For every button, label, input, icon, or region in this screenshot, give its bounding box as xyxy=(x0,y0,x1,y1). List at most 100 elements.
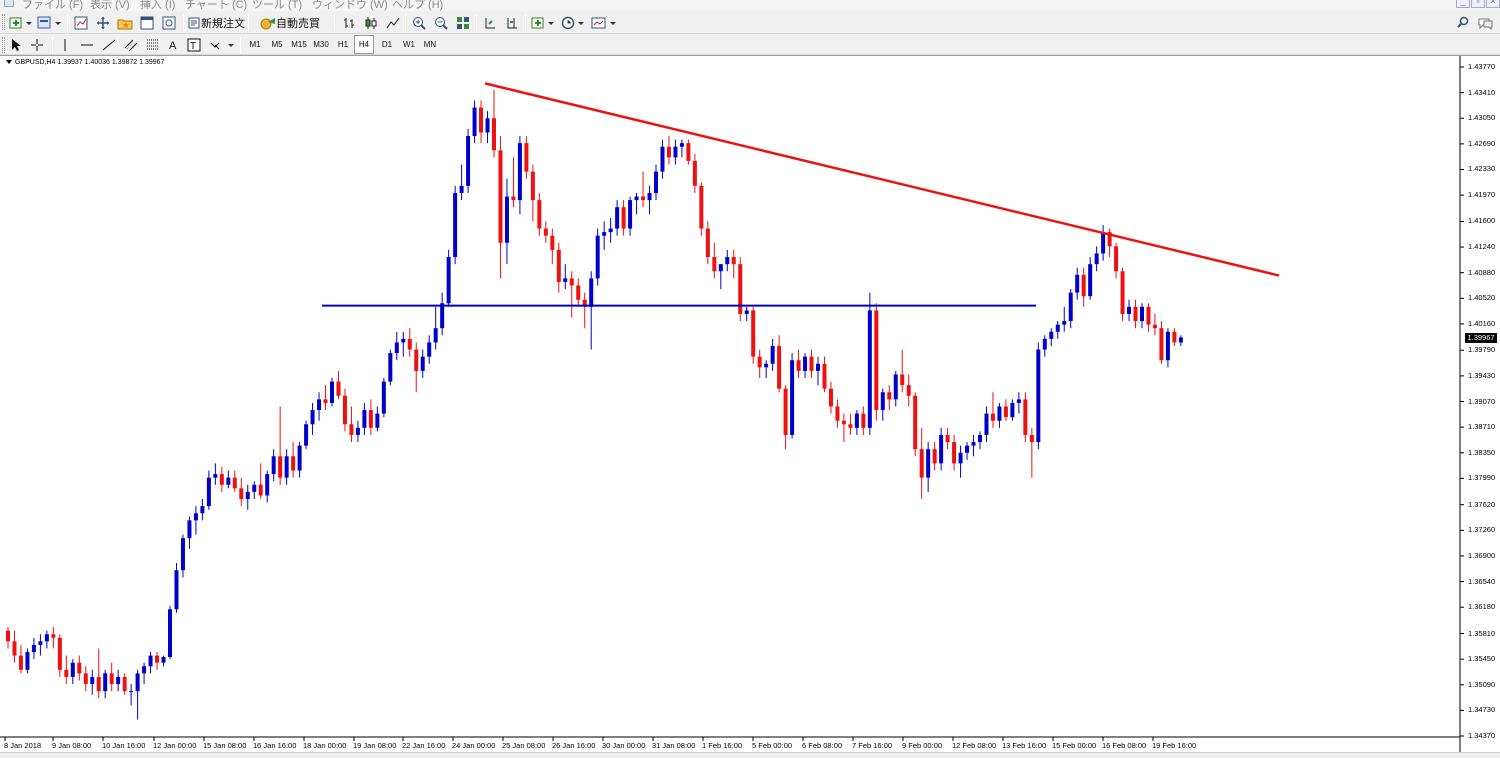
candle-body xyxy=(187,520,192,539)
price-tick-label: 1.37990 xyxy=(1468,473,1496,483)
candle-body xyxy=(200,506,205,514)
candle-body xyxy=(18,655,23,670)
candle-body xyxy=(997,406,1002,421)
price-tick-label: 1.34370 xyxy=(1468,731,1496,740)
time-tick-label: 16 Jan 16:00 xyxy=(253,741,297,750)
candle-body xyxy=(524,143,529,172)
candle-body xyxy=(602,232,607,236)
candle-body xyxy=(686,143,691,161)
time-tick-label: 7 Feb 16:00 xyxy=(852,741,893,750)
chart-tabs-bar xyxy=(0,752,1500,758)
candle-body xyxy=(381,381,386,414)
time-tick-label: 8 Jan 2018 xyxy=(4,741,42,750)
candle-body xyxy=(1094,253,1099,265)
candle-body xyxy=(31,644,36,653)
candle-body xyxy=(932,449,937,464)
candle-body xyxy=(265,474,270,496)
price-tick-label: 1.40160 xyxy=(1468,318,1496,328)
candle-body xyxy=(57,637,62,670)
time-tick-label: 30 Jan 00:00 xyxy=(602,741,646,750)
candle-body xyxy=(822,363,827,389)
candle-body xyxy=(751,310,756,357)
candle-body xyxy=(828,388,833,407)
candle-body xyxy=(835,406,840,421)
candle-body xyxy=(433,328,438,343)
price-tick-label: 1.36540 xyxy=(1468,576,1496,586)
candle-body xyxy=(1068,292,1073,322)
price-tick-label: 1.43050 xyxy=(1468,113,1496,123)
candle-body xyxy=(219,474,224,485)
candle-body xyxy=(705,228,710,258)
candle-body xyxy=(880,392,885,411)
candle-body xyxy=(239,488,244,500)
candle-body xyxy=(809,356,814,371)
candle-body xyxy=(64,669,69,677)
candle-body xyxy=(116,676,121,685)
candle-body xyxy=(537,200,542,229)
candle-body xyxy=(103,673,108,692)
candle-body xyxy=(12,641,17,656)
candle-body xyxy=(1088,264,1093,297)
candle-body xyxy=(1140,306,1144,322)
candle-body xyxy=(550,235,555,250)
time-tick-label: 16 Feb 08:00 xyxy=(1102,741,1147,750)
candle-body xyxy=(666,146,671,158)
candle-body xyxy=(913,395,918,450)
candle-body xyxy=(543,228,548,236)
candle-body xyxy=(1165,331,1170,361)
candle-body xyxy=(628,200,633,229)
price-tick-label: 1.43770 xyxy=(1468,62,1496,71)
price-tick-label: 1.41600 xyxy=(1468,216,1496,226)
candle-body xyxy=(841,420,846,425)
price-tick-label: 1.39430 xyxy=(1468,370,1496,380)
candle-body xyxy=(245,491,250,500)
candle-body xyxy=(349,424,354,435)
candle-body xyxy=(122,676,127,692)
collapse-triangle-icon[interactable] xyxy=(6,60,12,65)
candle-body xyxy=(926,449,931,478)
candle-body xyxy=(44,634,49,642)
price-chart[interactable] xyxy=(0,0,1500,758)
time-tick-label: 1 Feb 16:00 xyxy=(702,741,743,750)
candle-body xyxy=(679,143,684,147)
candle-body xyxy=(193,513,198,521)
candle-body xyxy=(459,185,464,193)
candle-body xyxy=(1133,306,1138,322)
candle-body xyxy=(96,676,101,692)
candle-body xyxy=(310,410,315,425)
candle-body xyxy=(362,410,367,428)
time-tick-label: 22 Jan 16:00 xyxy=(402,741,446,750)
candle-body xyxy=(394,342,399,354)
candle-body xyxy=(1023,399,1028,435)
candle-body xyxy=(764,363,769,368)
candle-body xyxy=(414,349,419,371)
candle-body xyxy=(1016,399,1021,403)
time-tick-label: 19 Jan 08:00 xyxy=(353,741,397,750)
candle-body xyxy=(984,413,989,435)
chart-symbol-ohlc: GBPUSD,H4 1.39937 1.40036 1.39872 1.3996… xyxy=(15,59,165,66)
price-tick-label: 1.36180 xyxy=(1468,602,1496,612)
candle-body xyxy=(323,399,328,403)
candle-body xyxy=(1127,306,1132,314)
candle-body xyxy=(304,424,309,446)
candle-body xyxy=(530,171,535,201)
candle-body xyxy=(284,456,289,478)
candle-body xyxy=(893,374,898,400)
candle-body xyxy=(965,445,970,453)
candle-body xyxy=(744,310,749,314)
candle-body xyxy=(1159,328,1164,361)
time-tick-label: 12 Feb 08:00 xyxy=(952,741,997,750)
candle-body xyxy=(226,477,231,485)
candle-body xyxy=(608,228,613,233)
candle-body xyxy=(958,452,963,464)
candle-body xyxy=(1036,349,1041,443)
candle-body xyxy=(375,413,380,428)
candle-body xyxy=(407,338,412,350)
candle-body xyxy=(70,662,75,677)
candle-body xyxy=(440,303,445,329)
candle-body xyxy=(725,257,730,265)
candle-body xyxy=(427,342,432,357)
candle-body xyxy=(854,413,859,428)
candle-body xyxy=(1049,331,1054,339)
candle-body xyxy=(109,673,114,685)
